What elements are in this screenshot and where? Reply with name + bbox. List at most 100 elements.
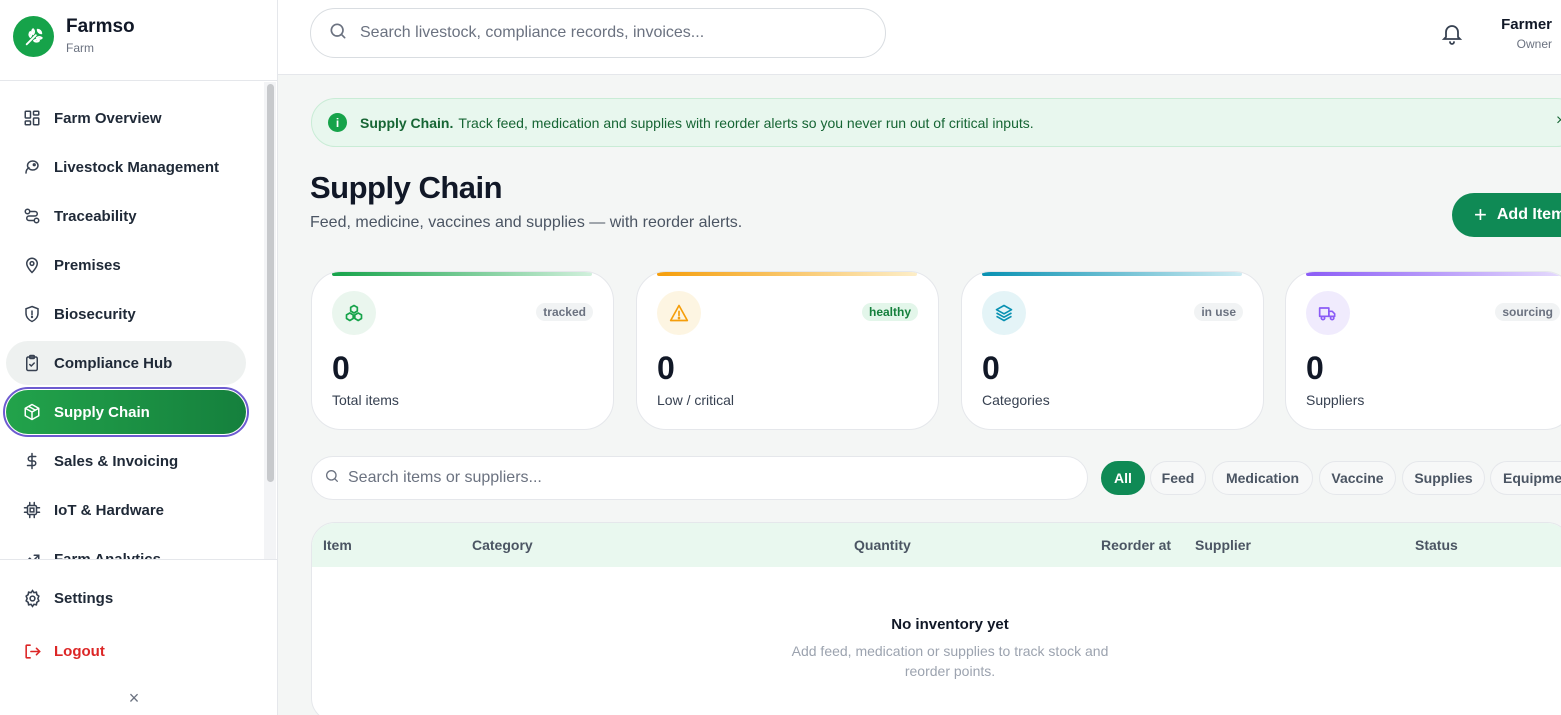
stat-value: 0 [332,350,350,386]
settings-button[interactable]: Settings [22,588,113,608]
sidebar-item-supply-chain[interactable]: Supply Chain [3,387,249,437]
wheat-logo-icon [13,16,54,57]
banner-text: Track feed, medication and supplies with… [458,114,1034,131]
stat-label: Suppliers [1306,392,1365,408]
filter-chip-all[interactable]: All [1101,461,1145,495]
stat-card-suppliers: sourcing 0 Suppliers [1285,271,1561,430]
stat-value: 0 [1306,350,1324,386]
sidebar-item-label: Traceability [54,207,137,225]
column-header-item[interactable]: Item [323,537,352,553]
column-header-quantity[interactable]: Quantity [854,537,911,553]
close-banner-icon[interactable]: × [1556,112,1561,130]
status-badge: sourcing [1495,303,1560,321]
stat-label: Total items [332,392,399,408]
stat-card-low-critical: healthy 0 Low / critical [636,271,939,430]
card-accent-line [982,272,1242,276]
sidebar-item-biosecurity[interactable]: Biosecurity [6,292,246,336]
clipboard-check-icon [22,353,42,373]
add-item-button[interactable]: + Add Item [1452,193,1561,237]
package-icon [22,402,42,422]
sidebar-item-label: Sales & Invoicing [54,452,179,470]
sidebar-item-label: Farm Analytics [54,550,161,560]
column-header-reorder-at[interactable]: Reorder at [1101,537,1171,553]
logout-icon [22,641,42,661]
stat-label: Categories [982,392,1050,408]
bell-icon[interactable] [1440,21,1464,45]
gear-icon [22,588,42,608]
sidebar: Farmso Farm Farm Overview Livestock Mana… [0,0,278,715]
sidebar-item-traceability[interactable]: Traceability [6,194,246,238]
filter-chip-medication[interactable]: Medication [1212,461,1313,495]
search-icon [328,21,348,46]
sidebar-item-sales-invoicing[interactable]: Sales & Invoicing [6,439,246,483]
inventory-search[interactable] [311,456,1088,500]
info-icon: i [328,113,347,132]
user-name[interactable]: Farmer [1501,16,1552,33]
settings-label: Settings [54,589,114,607]
column-header-status[interactable]: Status [1415,537,1458,553]
livestock-icon [22,157,42,177]
info-banner: i Supply Chain. Track feed, medication a… [311,98,1561,147]
card-accent-line [1306,272,1561,276]
sidebar-item-label: Supply Chain [54,403,150,421]
search-icon [324,468,340,489]
user-role: Owner [1516,37,1552,51]
brand: Farmso Farm [0,0,277,81]
plus-icon: + [1474,202,1487,227]
sidebar-item-label: Premises [54,256,121,274]
sidebar-item-iot-hardware[interactable]: IoT & Hardware [6,488,246,532]
status-badge: in use [1194,303,1243,321]
sidebar-item-label: IoT & Hardware [54,501,165,519]
logout-label: Logout [54,642,105,660]
sidebar-item-label: Compliance Hub [54,354,173,372]
sidebar-nav: Farm Overview Livestock Management Trace… [0,96,262,559]
stat-card-categories: in use 0 Categories [961,271,1264,430]
topbar: Farmer Owner [278,0,1561,75]
boxes-icon [332,291,376,335]
sidebar-scrollbar-thumb[interactable] [267,84,274,482]
filter-chip-feed[interactable]: Feed [1150,461,1206,495]
global-search-input[interactable] [360,24,860,42]
empty-state-text: Add feed, medication or supplies to trac… [791,643,1109,679]
map-pin-icon [22,255,42,275]
trend-icon [22,549,42,559]
sidebar-item-livestock-management[interactable]: Livestock Management [6,145,246,189]
status-badge: healthy [861,303,918,321]
layers-icon [982,291,1026,335]
column-header-supplier[interactable]: Supplier [1195,537,1251,553]
logout-button[interactable]: Logout [22,641,105,661]
grid-icon [22,108,42,128]
stat-label: Low / critical [657,392,735,408]
sidebar-item-premises[interactable]: Premises [6,243,246,287]
column-header-category[interactable]: Category [472,537,533,553]
sidebar-item-farm-analytics[interactable]: Farm Analytics [6,537,246,559]
filter-chip-supplies[interactable]: Supplies [1402,461,1485,495]
inventory-table: Item Category Quantity Reorder at Suppli… [311,522,1561,715]
filter-chip-equipment[interactable]: Equipment [1490,461,1561,495]
stat-value: 0 [982,350,1000,386]
global-search[interactable] [310,8,886,58]
shield-alert-icon [22,304,42,324]
stat-card-total-items: tracked 0 Total items [311,271,614,430]
sidebar-item-farm-overview[interactable]: Farm Overview [6,96,246,140]
sidebar-item-label: Livestock Management [54,158,220,176]
route-icon [22,206,42,226]
card-accent-line [332,272,592,276]
stat-value: 0 [657,350,675,386]
page-subtitle: Feed, medicine, vaccines and supplies — … [310,214,743,231]
sidebar-item-label: Farm Overview [54,109,162,127]
filter-chip-vaccine[interactable]: Vaccine [1319,461,1396,495]
sidebar-item-compliance-hub[interactable]: Compliance Hub [6,341,246,385]
page-title: Supply Chain [310,170,503,205]
table-header: Item Category Quantity Reorder at Suppli… [312,523,1561,567]
add-item-label: Add Item [1496,206,1561,223]
banner-title: Supply Chain. [360,114,454,131]
close-sidebar-icon[interactable]: × [126,689,142,707]
empty-state-title: No inventory yet [891,616,1009,633]
brand-name: Farmso [66,16,135,37]
inventory-search-input[interactable] [348,469,1048,487]
truck-icon [1306,291,1350,335]
chip-icon [22,500,42,520]
dollar-icon [22,451,42,471]
card-accent-line [657,272,917,276]
